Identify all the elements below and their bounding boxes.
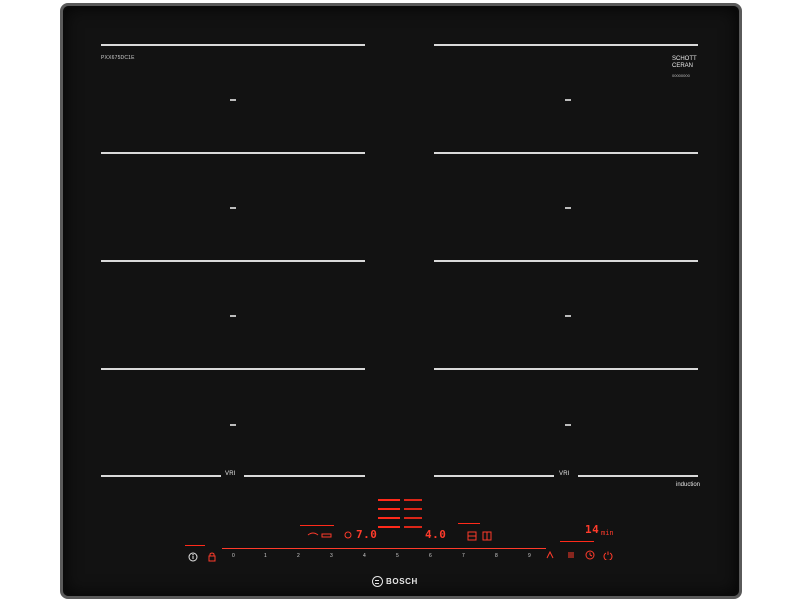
slider-num-2: 2	[297, 553, 300, 559]
left-zone-mark-2	[230, 207, 236, 209]
power-button-icon[interactable]	[603, 550, 613, 560]
induction-label: induction	[676, 482, 701, 488]
right-zone-top-line	[434, 44, 698, 46]
right-zone-line-4	[434, 368, 698, 370]
bosch-logo: BOSCH	[372, 576, 418, 587]
left-zone-bottom-line-a	[101, 475, 221, 477]
zone-select-indicator-8	[404, 526, 422, 528]
right-zone-bottom-line-b	[578, 475, 698, 477]
bosch-brand-text: BOSCH	[386, 577, 418, 586]
child-lock-icon[interactable]	[207, 551, 217, 562]
cooking-sensor-icon[interactable]	[307, 531, 319, 539]
left-zone-mark-4	[230, 424, 236, 426]
move-mode-icon[interactable]	[482, 531, 492, 541]
frying-sensor-icon[interactable]	[344, 531, 352, 539]
left-display-underline	[300, 525, 334, 526]
schott-ceran-mark: SCHOTT CERAN 00000000	[672, 56, 697, 79]
right-zone-line-2	[434, 152, 698, 154]
slider-num-8: 8	[495, 553, 498, 559]
glass-code: 00000000	[672, 73, 690, 78]
slider-num-4: 4	[363, 553, 366, 559]
power-level-display-2: 4.0	[425, 528, 447, 541]
left-flex-symbol: VRI	[225, 471, 236, 477]
slider-num-5: 5	[396, 553, 399, 559]
slider-num-7: 7	[462, 553, 465, 559]
zone-select-indicator-7	[404, 517, 422, 519]
clock-icon[interactable]	[585, 550, 595, 560]
zone-select-indicator-1	[378, 499, 400, 501]
timer-menu-icon[interactable]	[566, 550, 576, 560]
slider-num-9: 9	[528, 553, 531, 559]
left-zone-bottom-line-b	[244, 475, 365, 477]
right-zone-mark-3	[565, 315, 571, 317]
right-flex-symbol: VRI	[559, 471, 570, 477]
left-zone-line-4	[101, 368, 365, 370]
power-slider[interactable]	[222, 548, 546, 549]
slider-num-1: 1	[264, 553, 267, 559]
zone-select-indicator-4	[378, 526, 400, 528]
right-display-underline	[458, 523, 480, 524]
left-zone-mark-3	[230, 315, 236, 317]
slider-num-0: 0	[232, 553, 235, 559]
zone-select-indicator-3	[378, 517, 400, 519]
slider-num-3: 3	[330, 553, 333, 559]
schott-ceran-line2: CERAN	[672, 63, 694, 69]
timer-unit: min	[601, 529, 614, 537]
left-zone-mark-1	[230, 99, 236, 101]
pan-icon[interactable]	[321, 531, 333, 539]
right-zone-bottom-line-a	[434, 475, 554, 477]
flex-zone-icon[interactable]	[467, 531, 477, 541]
boost-icon[interactable]	[545, 550, 555, 560]
timer-display: 14	[585, 523, 600, 536]
power-level-display-1: 7.0	[356, 528, 378, 541]
power-slider-left-indicator	[185, 545, 205, 546]
model-code-label: PXX675DC1E	[101, 55, 135, 61]
schott-ceran-line1: SCHOTT	[672, 56, 697, 62]
right-zone-mark-1	[565, 99, 571, 101]
left-zone-top-line	[101, 44, 365, 46]
right-zone-line-3	[434, 260, 698, 262]
zone-select-indicator-5	[404, 499, 422, 501]
left-zone-line-2	[101, 152, 365, 154]
left-zone-line-3	[101, 260, 365, 262]
slider-num-6: 6	[429, 553, 432, 559]
zone-select-indicator-6	[404, 508, 422, 510]
zone-select-indicator-2	[378, 508, 400, 510]
right-zone-mark-2	[565, 207, 571, 209]
timer-underline	[560, 541, 594, 542]
cooktop-overlay: PXX675DC1E SCHOTT CERAN 00000000 VRI VRI…	[0, 0, 800, 600]
right-zone-mark-4	[565, 424, 571, 426]
info-button-icon[interactable]	[188, 552, 198, 562]
bosch-logo-icon	[372, 576, 383, 587]
